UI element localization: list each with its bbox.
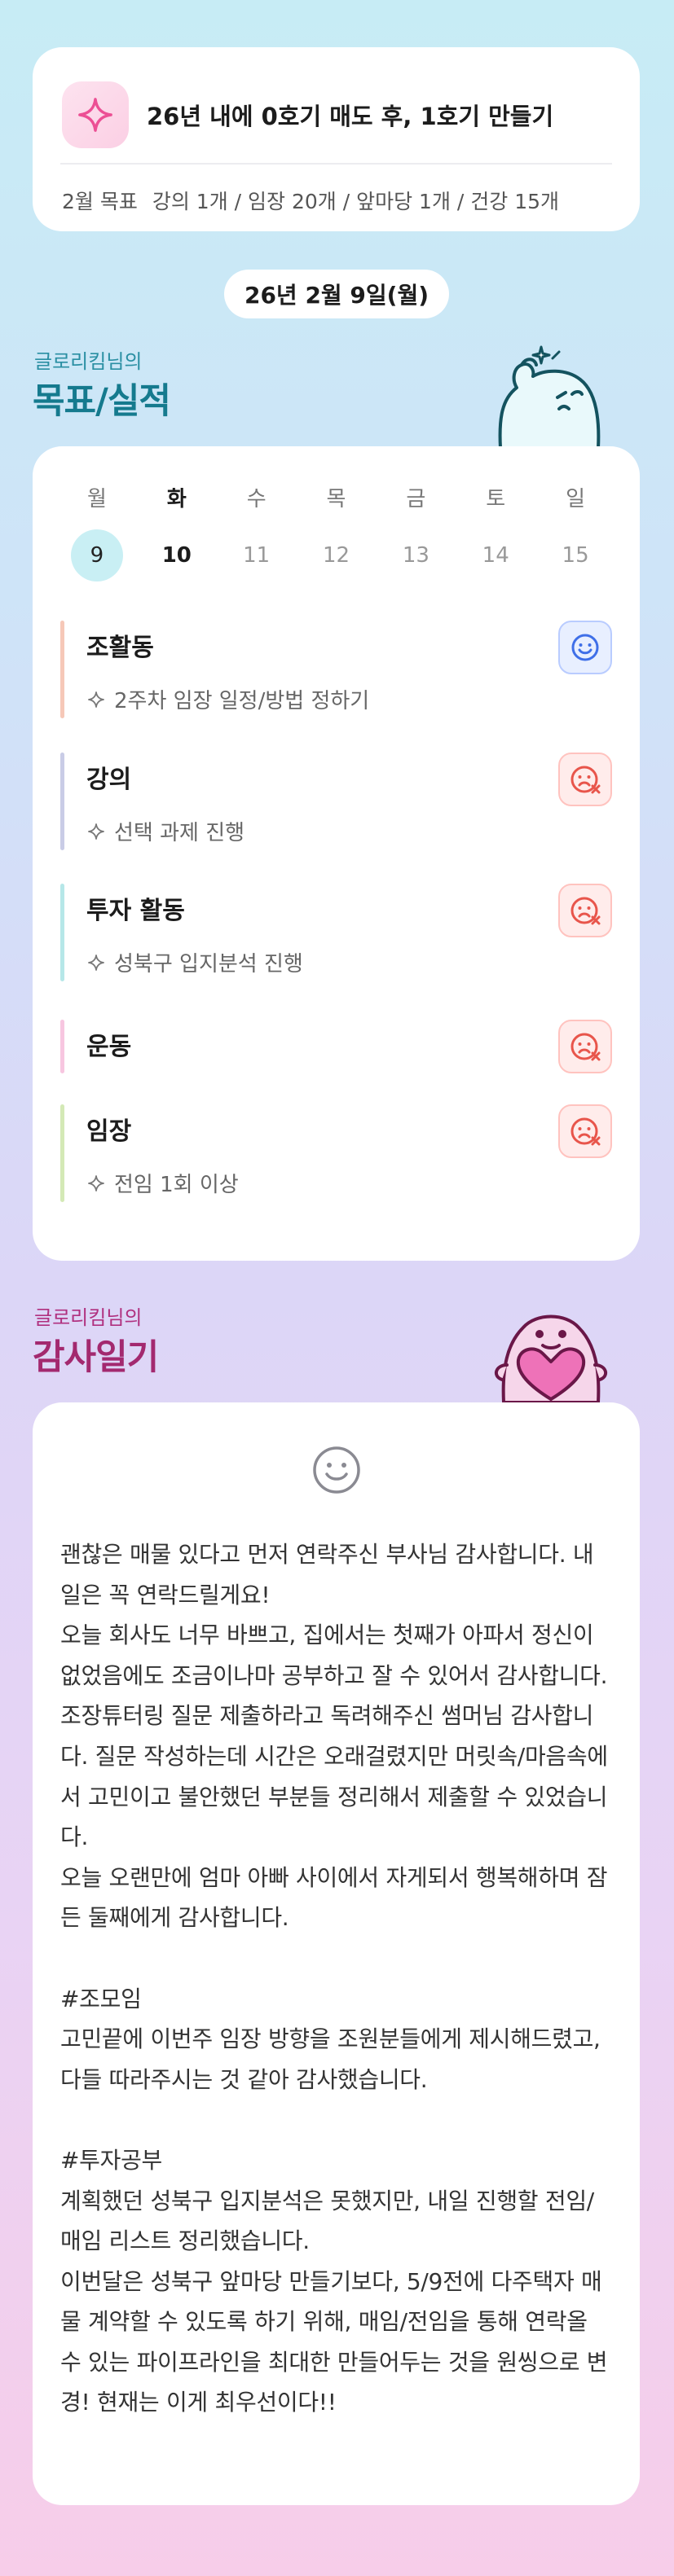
sparkle-icon	[88, 691, 104, 708]
gratitude-diary-text: 괜찮은 매물 있다고 먼저 연락주신 부사님 감사합니다. 내일은 꼭 연락드릴…	[60, 1541, 608, 2416]
weekday-label: 토	[486, 487, 506, 511]
status-bad-icon[interactable]	[558, 884, 612, 937]
goal-card[interactable]: 26년 내에 0호기 매도 후, 1호기 만들기 2월 목표 강의 1개 / 임장…	[33, 47, 640, 231]
status-bad-icon[interactable]	[558, 753, 612, 806]
task-item-group-activity[interactable]: 조활동 2주차 임장 일정/방법 정하기	[60, 621, 612, 718]
mascot-heart-illustration	[494, 1314, 608, 1402]
weekday-label: 금	[406, 487, 426, 511]
smile-icon	[313, 1446, 360, 1494]
sparkle-icon	[88, 1174, 104, 1191]
weekday-label: 화	[166, 487, 187, 511]
status-bad-icon[interactable]	[558, 1020, 612, 1073]
day-14[interactable]: 14	[456, 531, 535, 580]
performance-owner: 글로리킴님의	[34, 350, 143, 373]
divider	[60, 163, 612, 165]
task-name: 임장	[86, 1117, 132, 1146]
goal-title: 26년 내에 0호기 매도 후, 1호기 만들기	[147, 103, 554, 130]
sparkle-icon	[88, 954, 104, 971]
task-detail: 전임 1회 이상	[86, 1168, 239, 1198]
task-color-bar	[60, 884, 64, 981]
gratitude-diary-card: 괜찮은 매물 있다고 먼저 연락주신 부사님 감사합니다. 내일은 꼭 연락드릴…	[33, 1402, 640, 2505]
weekday-label: 목	[326, 487, 346, 511]
task-color-bar	[60, 621, 64, 718]
day-9[interactable]: 9	[57, 529, 137, 581]
day-12[interactable]: 12	[297, 531, 377, 580]
weekday-label: 수	[246, 487, 267, 511]
sparkle-icon	[88, 823, 104, 840]
sparkle-icon	[62, 81, 129, 148]
day-10[interactable]: 10	[137, 531, 217, 580]
day-11[interactable]: 11	[217, 531, 297, 580]
day-15[interactable]: 15	[535, 531, 615, 580]
task-color-bar	[60, 1020, 64, 1073]
task-name: 강의	[86, 766, 132, 794]
task-detail: 성북구 입지분석 진행	[86, 947, 303, 977]
performance-card: 월 화 수 목 금 토 일 9 10 11 12 13 14 15 조활동 2주…	[33, 446, 640, 1261]
goal-targets: 강의 1개 / 임장 20개 / 앞마당 1개 / 건강 15개	[152, 190, 560, 213]
goal-month-label: 2월 목표	[62, 190, 138, 213]
status-good-icon[interactable]	[558, 621, 612, 674]
gratitude-owner: 글로리킴님의	[34, 1306, 143, 1329]
performance-title: 목표/실적	[33, 381, 171, 422]
week-day-selector: 9 10 11 12 13 14 15	[33, 529, 640, 581]
task-detail: 2주차 임장 일정/방법 정하기	[86, 684, 369, 714]
task-detail: 선택 과제 진행	[86, 816, 244, 846]
weekday-label: 월	[86, 487, 107, 511]
task-item-exercise[interactable]: 운동	[60, 1020, 612, 1073]
goal-monthly-targets: 2월 목표 강의 1개 / 임장 20개 / 앞마당 1개 / 건강 15개	[62, 186, 559, 215]
mascot-waving-illustration	[498, 345, 601, 448]
task-name: 투자 활동	[86, 897, 185, 925]
task-item-site-visit[interactable]: 임장 전임 1회 이상	[60, 1104, 612, 1202]
task-color-bar	[60, 753, 64, 850]
weekday-header: 월 화 수 목 금 토 일	[33, 482, 640, 512]
task-color-bar	[60, 1104, 64, 1202]
task-name: 운동	[86, 1033, 132, 1061]
day-13[interactable]: 13	[376, 531, 456, 580]
status-bad-icon[interactable]	[558, 1104, 612, 1158]
weekday-label: 일	[566, 487, 586, 511]
task-name: 조활동	[86, 634, 154, 662]
date-selector[interactable]: 26년 2월 9일(월)	[224, 270, 449, 318]
task-item-investment[interactable]: 투자 활동 성북구 입지분석 진행	[60, 884, 612, 981]
gratitude-title: 감사일기	[33, 1337, 159, 1378]
task-item-lecture[interactable]: 강의 선택 과제 진행	[60, 753, 612, 850]
